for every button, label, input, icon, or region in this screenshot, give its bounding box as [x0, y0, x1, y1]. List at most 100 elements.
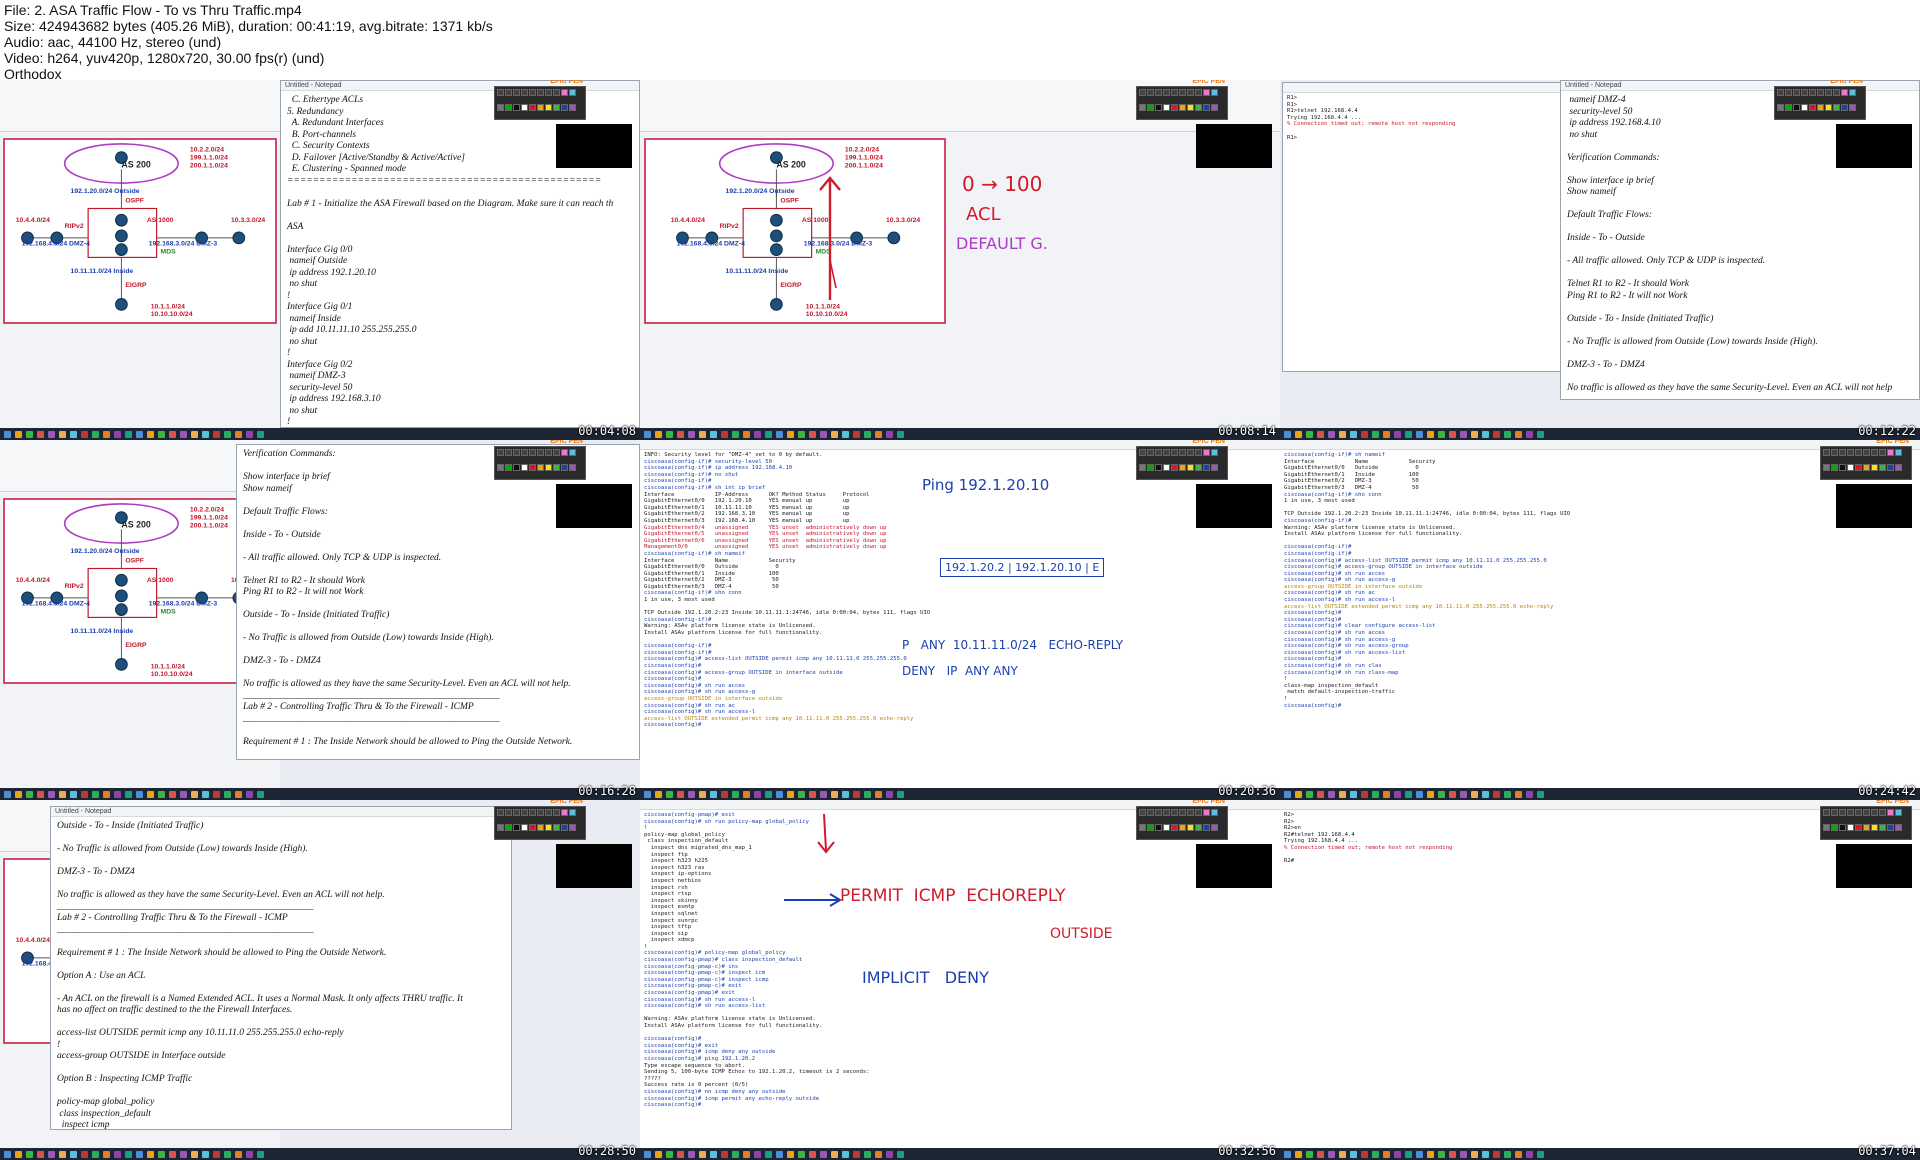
pen-tool-icon[interactable] — [1171, 809, 1178, 816]
color-swatch[interactable] — [1187, 103, 1194, 111]
color-swatch[interactable] — [1839, 823, 1846, 831]
pen-tool-icon[interactable] — [497, 449, 504, 456]
taskbar-app-icon[interactable] — [15, 1150, 22, 1158]
color-swatch[interactable] — [537, 103, 544, 111]
color-swatch[interactable] — [1887, 463, 1894, 471]
color-swatch[interactable] — [497, 463, 504, 471]
taskbar-app-icon[interactable] — [1471, 430, 1478, 438]
pen-tool-icon[interactable] — [1155, 809, 1162, 816]
taskbar-app-icon[interactable] — [246, 1150, 253, 1158]
taskbar-app-icon[interactable] — [809, 430, 816, 438]
taskbar-app-icon[interactable] — [666, 430, 673, 438]
taskbar-app-icon[interactable] — [820, 790, 827, 798]
taskbar-app-icon[interactable] — [688, 430, 695, 438]
pen-tool-icon[interactable] — [513, 809, 520, 816]
taskbar-app-icon[interactable] — [147, 790, 154, 798]
taskbar-app-icon[interactable] — [875, 1150, 882, 1158]
annotation-toolbar[interactable]: EPIC PEN — [1136, 440, 1228, 480]
color-swatch[interactable] — [1863, 463, 1870, 471]
taskbar-app-icon[interactable] — [169, 790, 176, 798]
taskbar-app-icon[interactable] — [202, 1150, 209, 1158]
taskbar-app-icon[interactable] — [787, 1150, 794, 1158]
color-swatch[interactable] — [1211, 89, 1218, 96]
taskbar-app-icon[interactable] — [1493, 1150, 1500, 1158]
color-swatch[interactable] — [553, 823, 560, 831]
color-swatch[interactable] — [1211, 809, 1218, 816]
taskbar-app-icon[interactable] — [853, 790, 860, 798]
taskbar-app-icon[interactable] — [92, 790, 99, 798]
taskbar-app-icon[interactable] — [864, 1150, 871, 1158]
taskbar-app-icon[interactable] — [655, 790, 662, 798]
annotation-toolbar[interactable]: EPIC PEN — [494, 800, 586, 840]
taskbar-app-icon[interactable] — [1306, 430, 1313, 438]
pen-tool-icon[interactable] — [1147, 449, 1154, 456]
color-swatch[interactable] — [569, 89, 576, 96]
taskbar-app-icon[interactable] — [798, 430, 805, 438]
pen-tool-icon[interactable] — [1879, 449, 1886, 456]
taskbar-app-icon[interactable] — [1383, 790, 1390, 798]
taskbar-app-icon[interactable] — [1361, 790, 1368, 798]
taskbar-app-icon[interactable] — [169, 430, 176, 438]
pen-tool-icon[interactable] — [1793, 89, 1800, 96]
pen-tool-icon[interactable] — [1863, 809, 1870, 816]
taskbar-app-icon[interactable] — [147, 430, 154, 438]
thumbnail-frame-1[interactable]: AS 200 10.2.2.0/24 199.1.1.0/24 200.1.1.0/2… — [0, 80, 640, 440]
taskbar-app-icon[interactable] — [125, 430, 132, 438]
color-swatch[interactable] — [1211, 463, 1218, 471]
pen-tool-icon[interactable] — [1155, 449, 1162, 456]
pen-tool-icon[interactable] — [505, 809, 512, 816]
taskbar-app-icon[interactable] — [1449, 1150, 1456, 1158]
color-swatch[interactable] — [513, 823, 520, 831]
color-swatch[interactable] — [1801, 103, 1808, 111]
taskbar-app-icon[interactable] — [1383, 1150, 1390, 1158]
pen-tool-icon[interactable] — [1179, 809, 1186, 816]
color-swatch[interactable] — [569, 823, 576, 831]
color-swatch[interactable] — [1179, 103, 1186, 111]
taskbar-app-icon[interactable] — [1383, 430, 1390, 438]
taskbar-app-icon[interactable] — [721, 1150, 728, 1158]
taskbar-app-icon[interactable] — [81, 790, 88, 798]
color-swatch[interactable] — [1171, 463, 1178, 471]
taskbar-app-icon[interactable] — [710, 790, 717, 798]
color-swatch[interactable] — [1195, 823, 1202, 831]
color-swatch[interactable] — [1895, 823, 1902, 831]
taskbar-app-icon[interactable] — [1328, 790, 1335, 798]
taskbar-app-icon[interactable] — [257, 1150, 264, 1158]
taskbar-app-icon[interactable] — [765, 430, 772, 438]
color-swatch[interactable] — [561, 823, 568, 831]
pen-tool-icon[interactable] — [505, 89, 512, 96]
color-swatch[interactable] — [1887, 449, 1894, 456]
color-swatch[interactable] — [1155, 823, 1162, 831]
taskbar-app-icon[interactable] — [1515, 430, 1522, 438]
taskbar-app-icon[interactable] — [1306, 1150, 1313, 1158]
color-swatch[interactable] — [513, 103, 520, 111]
color-swatch[interactable] — [1871, 823, 1878, 831]
taskbar-app-icon[interactable] — [1526, 790, 1533, 798]
taskbar-app-icon[interactable] — [1394, 790, 1401, 798]
taskbar-app-icon[interactable] — [1405, 430, 1412, 438]
taskbar-app-icon[interactable] — [1504, 430, 1511, 438]
pen-tool-icon[interactable] — [1831, 809, 1838, 816]
color-swatch[interactable] — [1171, 103, 1178, 111]
taskbar-app-icon[interactable] — [699, 790, 706, 798]
taskbar-app-icon[interactable] — [886, 430, 893, 438]
taskbar-app-icon[interactable] — [655, 1150, 662, 1158]
pen-tool-icon[interactable] — [1825, 89, 1832, 96]
taskbar-app-icon[interactable] — [70, 790, 77, 798]
thumbnail-frame-5[interactable]: INFO: Security level for "DMZ-4" set to … — [640, 440, 1280, 800]
taskbar-app-icon[interactable] — [246, 790, 253, 798]
color-swatch[interactable] — [1211, 103, 1218, 111]
taskbar-app-icon[interactable] — [732, 790, 739, 798]
taskbar-app-icon[interactable] — [1350, 1150, 1357, 1158]
taskbar-app-icon[interactable] — [1438, 430, 1445, 438]
taskbar-app-icon[interactable] — [666, 790, 673, 798]
taskbar-app-icon[interactable] — [191, 790, 198, 798]
pen-tool-icon[interactable] — [1823, 449, 1830, 456]
taskbar-app-icon[interactable] — [1504, 790, 1511, 798]
taskbar-app-icon[interactable] — [842, 790, 849, 798]
pen-tool-icon[interactable] — [497, 809, 504, 816]
taskbar-app-icon[interactable] — [1394, 430, 1401, 438]
taskbar-app-icon[interactable] — [699, 1150, 706, 1158]
taskbar-app-icon[interactable] — [92, 1150, 99, 1158]
pen-tool-icon[interactable] — [497, 89, 504, 96]
